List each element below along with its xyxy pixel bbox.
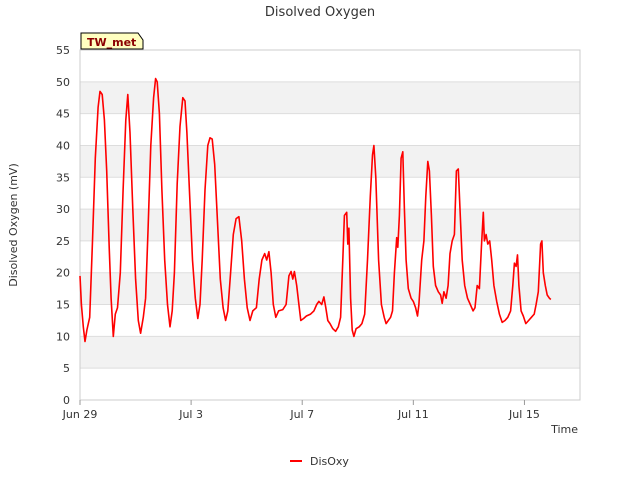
site-label-box: TW_met: [80, 32, 144, 50]
y-tick-label: 35: [56, 171, 70, 184]
x-tick-label: Jul 15: [508, 408, 540, 421]
grid-band: [80, 336, 580, 369]
y-tick-label: 50: [56, 76, 70, 89]
x-tick-label: Jul 11: [397, 408, 429, 421]
x-tick-label: Jun 29: [62, 408, 98, 421]
chart-title: Disolved Oxygen: [265, 5, 375, 20]
grid-band: [80, 209, 580, 241]
legend: DisOxy: [290, 455, 349, 468]
site-label: TW_met: [87, 36, 136, 49]
y-tick-label: 45: [56, 108, 70, 121]
y-tick-label: 55: [56, 44, 70, 57]
grid-band: [80, 145, 580, 178]
y-tick-label: 20: [56, 267, 70, 280]
y-tick-label: 25: [56, 235, 70, 248]
chart: 0510152025303540455055 Jun 29 Jul 3 Jul 7J…: [7, 5, 581, 468]
y-tick-label: 15: [56, 299, 70, 312]
y-axis-label: Disolved Oxygen (mV): [7, 163, 20, 287]
x-axis: Jun 29 Jul 3 Jul 7 Jul 11 Jul 15: [62, 400, 540, 421]
y-tick-label: 40: [56, 139, 70, 152]
y-tick-label: 30: [56, 203, 70, 216]
x-tick-label: Jul 3: [178, 408, 203, 421]
y-tick-label: 0: [63, 394, 70, 407]
y-tick-label: 10: [56, 330, 70, 343]
y-axis: 0 5 10 15 20 25 30 35 40 45 50 55: [56, 44, 70, 407]
grid-band: [80, 272, 580, 305]
plot-bands: [80, 49, 580, 401]
x-axis-label: Time: [550, 423, 578, 436]
x-tick-label: Jul 7: [289, 408, 314, 421]
legend-label-disoxy: DisOxy: [310, 455, 349, 468]
y-tick-label: 5: [63, 362, 70, 375]
